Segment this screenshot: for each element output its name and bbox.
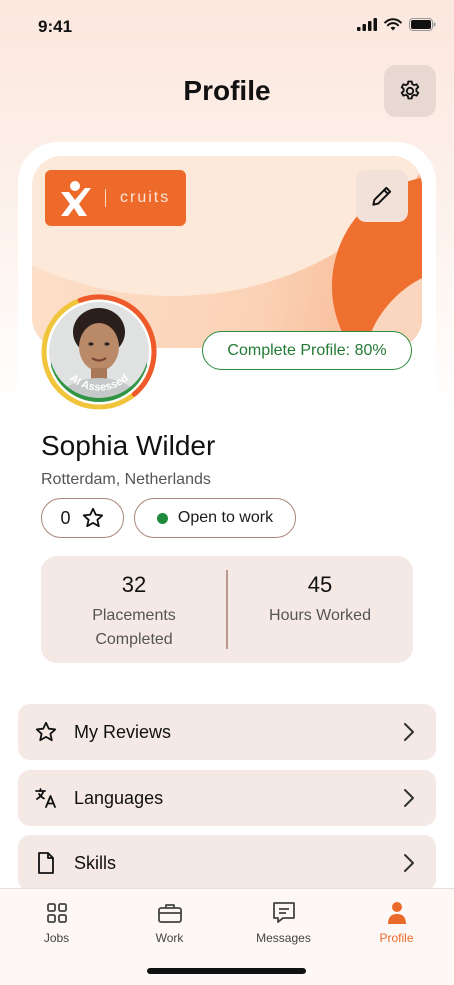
stat-label: Hours Worked <box>269 607 371 624</box>
edit-profile-button[interactable] <box>356 170 408 222</box>
tab-messages[interactable]: Messages <box>227 899 340 945</box>
tab-label: Work <box>155 931 184 945</box>
profile-name: Sophia Wilder <box>41 430 216 461</box>
profile-photo <box>49 302 149 402</box>
briefcase-icon <box>157 904 182 923</box>
rating-value: 0 <box>60 507 71 528</box>
pencil-icon <box>372 186 392 206</box>
menu-item-skills[interactable]: Skills <box>18 835 436 891</box>
grid-icon <box>46 903 67 923</box>
availability-status-pill[interactable]: Open to work <box>134 498 296 538</box>
gear-icon <box>400 80 420 100</box>
tab-work[interactable]: Work <box>113 899 226 945</box>
stat-value: 32 <box>121 572 147 597</box>
menu-item-languages[interactable]: Languages <box>18 770 436 826</box>
complete-profile-button[interactable]: Complete Profile: 80% <box>202 331 412 370</box>
stat-placements: 32 Placements Completed <box>41 572 227 652</box>
rating-badge[interactable]: 0 <box>41 498 124 538</box>
status-icons <box>357 18 436 31</box>
home-indicator <box>147 968 306 974</box>
menu-item-label: Languages <box>74 787 164 808</box>
stat-value: 45 <box>307 572 333 597</box>
logo-text: cruits <box>120 189 171 206</box>
tab-label: Messages <box>256 931 311 945</box>
stats-card: 32 Placements Completed 45 Hours Worked <box>41 556 413 663</box>
chevron-right-icon <box>404 723 414 741</box>
brand-logo: cruits <box>45 170 186 226</box>
signal-icon <box>357 18 377 31</box>
availability-status-label: Open to work <box>177 509 274 526</box>
chevron-right-icon <box>404 854 414 872</box>
menu-item-label: My Reviews <box>74 721 172 742</box>
status-dot <box>156 512 168 524</box>
avatar[interactable]: AI Assessed <box>39 292 159 412</box>
chevron-right-icon <box>404 789 414 807</box>
menu-item-label: Skills <box>74 852 117 873</box>
logo-mark-icon <box>61 181 91 216</box>
document-icon <box>38 852 54 874</box>
status-bar: 9:41 <box>0 0 454 54</box>
logo-separator <box>105 189 106 207</box>
status-time: 9:41 <box>38 17 73 36</box>
tab-profile[interactable]: Profile <box>340 899 453 945</box>
battery-icon <box>409 18 436 31</box>
star-icon <box>82 507 103 528</box>
chat-icon <box>272 902 295 923</box>
translate-icon <box>35 788 56 808</box>
tab-label: Profile <box>379 931 414 945</box>
stat-hours: 45 Hours Worked <box>227 572 413 628</box>
wifi-icon <box>384 18 402 31</box>
stat-label: Placements Completed <box>92 607 176 648</box>
complete-profile-label: Complete Profile: 80% <box>227 341 387 359</box>
tab-jobs[interactable]: Jobs <box>0 899 113 945</box>
person-icon <box>387 902 406 924</box>
settings-button[interactable] <box>384 65 436 117</box>
profile-location: Rotterdam, Netherlands <box>41 471 211 488</box>
menu-item-my-reviews[interactable]: My Reviews <box>18 704 436 760</box>
tab-label: Jobs <box>43 931 70 945</box>
star-icon <box>35 721 57 742</box>
